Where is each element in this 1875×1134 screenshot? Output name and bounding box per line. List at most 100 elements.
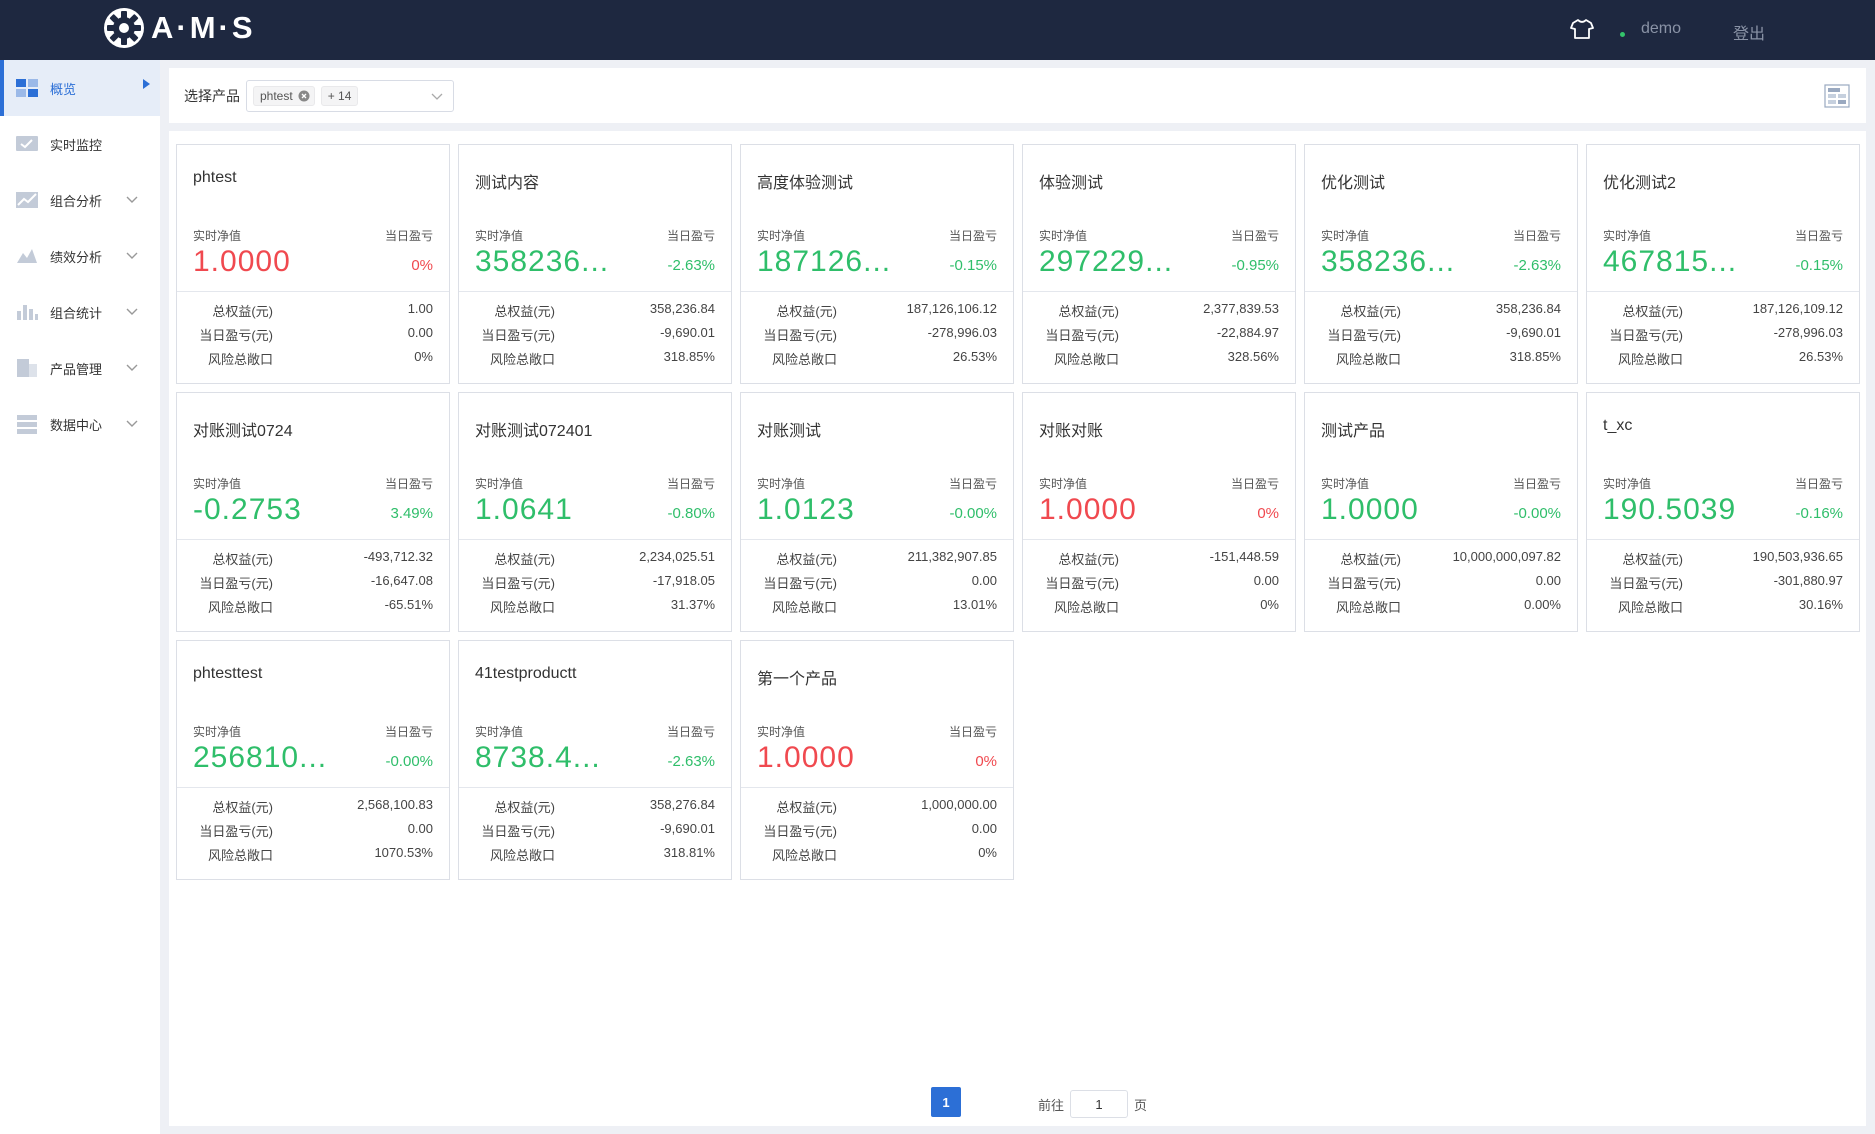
divider [741, 787, 1013, 788]
exposure-row: 风险总敞口 318.85% [1305, 349, 1561, 367]
equity-row: 总权益(元) -493,712.32 [177, 549, 433, 567]
divider [177, 539, 449, 540]
daily-pnl-label: 当日盈亏(元) [1327, 576, 1401, 591]
product-card[interactable]: 体验测试 实时净值 当日盈亏 297229... -0.95% 总权益(元) 2,377,8… [1022, 144, 1296, 384]
sidebar-item-performance-analysis[interactable]: 绩效分析 [0, 228, 160, 284]
product-card[interactable]: 测试产品 实时净值 当日盈亏 1.0000 -0.00% 总权益(元) 10,000,000… [1304, 392, 1578, 632]
product-card[interactable]: 高度体验测试 实时净值 当日盈亏 187126... -0.15% 总权益(元) 187,1… [740, 144, 1014, 384]
product-filter-bar: 选择产品 phtest + 14 [169, 68, 1866, 123]
pnl-label: 当日盈亏 [948, 477, 997, 491]
product-card[interactable]: phtesttest 实时净值 当日盈亏 256810... -0.00% 总权益(元) 2… [176, 640, 450, 880]
equity-row: 总权益(元) 187,126,109.12 [1587, 301, 1843, 319]
product-card[interactable]: 对账测试072401 实时净值 当日盈亏 1.0641 -0.80% 总权益(元) 2,23… [458, 392, 732, 632]
exposure-row: 风险总敞口 13.01% [741, 597, 997, 615]
sidebar-item-data-center[interactable]: 数据中心 [0, 396, 160, 452]
performance-icon [17, 249, 37, 263]
product-card[interactable]: 优化测试 实时净值 当日盈亏 358236... -2.63% 总权益(元) 358,236… [1304, 144, 1578, 384]
equity-value: 358,236.84 [649, 301, 715, 316]
page-button-current[interactable]: 1 [931, 1087, 961, 1117]
equity-row: 总权益(元) 190,503,936.65 [1587, 549, 1843, 567]
nav-label: 实时净值 [475, 477, 524, 491]
pnl-value: -0.00% [385, 753, 433, 770]
nav-label: 实时净值 [193, 725, 242, 739]
pnl-label: 当日盈亏 [384, 477, 433, 491]
equity-value: 211,382,907.85 [907, 549, 997, 564]
product-card[interactable]: 对账测试 实时净值 当日盈亏 1.0123 -0.00% 总权益(元) 211,382,90… [740, 392, 1014, 632]
user-info[interactable]: demo [1620, 20, 1681, 38]
sidebar-item-overview[interactable]: 概览 [0, 60, 160, 116]
pnl-value: 0% [411, 257, 433, 274]
product-card[interactable]: 第一个产品 实时净值 当日盈亏 1.0000 0% 总权益(元) 1,000,000.00 当… [740, 640, 1014, 880]
daily-pnl-label: 当日盈亏(元) [199, 328, 273, 343]
daily-pnl-row: 当日盈亏(元) -16,647.08 [177, 573, 433, 591]
logout-link[interactable]: 登出 [1733, 20, 1765, 44]
exposure-label: 风险总敞口 [207, 848, 273, 863]
divider [741, 539, 1013, 540]
daily-pnl-label: 当日盈亏(元) [1609, 576, 1683, 591]
divider [741, 291, 1013, 292]
product-card[interactable]: 测试内容 实时净值 当日盈亏 358236... -2.63% 总权益(元) 358,236… [458, 144, 732, 384]
product-card[interactable]: 对账对账 实时净值 当日盈亏 1.0000 0% 总权益(元) -151,448.59 当日盈… [1022, 392, 1296, 632]
nav-value: 297229... [1039, 245, 1174, 278]
theme-shirt-icon[interactable] [1570, 18, 1594, 40]
sidebar-item-label: 组合统计 [50, 305, 103, 321]
chevron-down-icon [431, 93, 443, 100]
product-card[interactable]: phtest 实时净值 当日盈亏 1.0000 0% 总权益(元) 1.00 当日盈亏(元) 0… [176, 144, 450, 384]
exposure-value: 30.16% [1798, 597, 1843, 612]
equity-row: 总权益(元) -151,448.59 [1023, 549, 1279, 567]
app-logo[interactable]: A·M·S [103, 6, 256, 50]
database-icon [17, 415, 37, 434]
equity-value: 190,503,936.65 [1752, 549, 1843, 564]
sidebar-item-portfolio-stats[interactable]: 组合统计 [0, 284, 160, 340]
sidebar-item-product-management[interactable]: 产品管理 [0, 340, 160, 396]
daily-pnl-label: 当日盈亏(元) [763, 328, 837, 343]
product-card-grid: phtest 实时净值 当日盈亏 1.0000 0% 总权益(元) 1.00 当日盈亏(元) 0… [169, 131, 1866, 1126]
equity-row: 总权益(元) 1,000,000.00 [741, 797, 997, 815]
divider [1305, 539, 1577, 540]
exposure-row: 风险总敞口 1070.53% [177, 845, 433, 863]
daily-pnl-value: -301,880.97 [1773, 573, 1843, 588]
pnl-label: 当日盈亏 [384, 725, 433, 739]
tag-label: phtest [260, 88, 293, 103]
sidebar-item-label: 组合分析 [50, 193, 103, 209]
daily-pnl-row: 当日盈亏(元) 0.00 [177, 325, 433, 343]
pnl-value: -0.15% [949, 257, 997, 274]
exposure-value: 1070.53% [374, 845, 433, 860]
daily-pnl-label: 当日盈亏(元) [481, 824, 555, 839]
exposure-value: 13.01% [952, 597, 997, 612]
product-card[interactable]: 41testproductt 实时净值 当日盈亏 8738.4... -2.63% 总权益… [458, 640, 732, 880]
product-select[interactable]: phtest + 14 [246, 79, 454, 112]
page-number-input[interactable] [1070, 1090, 1129, 1118]
close-icon[interactable] [298, 90, 310, 102]
daily-pnl-value: -278,996.03 [1773, 325, 1843, 340]
sidebar-item-realtime-monitor[interactable]: 实时监控 [0, 116, 160, 172]
daily-pnl-value: 0.00 [407, 821, 433, 836]
equity-row: 总权益(元) 358,276.84 [459, 797, 715, 815]
exposure-label: 风险总敞口 [489, 352, 555, 367]
daily-pnl-row: 当日盈亏(元) -9,690.01 [459, 821, 715, 839]
divider [459, 291, 731, 292]
product-card[interactable]: 优化测试2 实时净值 当日盈亏 467815... -0.15% 总权益(元) 187,12… [1586, 144, 1860, 384]
equity-label: 总权益(元) [776, 552, 837, 567]
product-card[interactable]: 对账测试0724 实时净值 当日盈亏 -0.2753 3.49% 总权益(元) -493,7… [176, 392, 450, 632]
bar-chart-icon [17, 305, 38, 320]
daily-pnl-row: 当日盈亏(元) -22,884.97 [1023, 325, 1279, 343]
product-select-label: 选择产品 [184, 87, 240, 104]
pnl-label: 当日盈亏 [948, 725, 997, 739]
daily-pnl-row: 当日盈亏(元) -9,690.01 [1305, 325, 1561, 343]
top-navbar: A·M·S demo 登出 [0, 0, 1875, 60]
pnl-value: -0.00% [1513, 505, 1561, 522]
layout-toggle-icon[interactable] [1824, 84, 1850, 108]
pnl-label: 当日盈亏 [1512, 229, 1561, 243]
exposure-label: 风险总敞口 [1053, 600, 1119, 615]
username: demo [1641, 20, 1682, 37]
pnl-label: 当日盈亏 [1230, 229, 1279, 243]
monitor-icon [16, 136, 38, 151]
sidebar-item-portfolio-analysis[interactable]: 组合分析 [0, 172, 160, 228]
divider [459, 787, 731, 788]
nav-value: 1.0000 [1321, 493, 1419, 526]
nav-label: 实时净值 [757, 477, 806, 491]
exposure-row: 风险总敞口 0.00% [1305, 597, 1561, 615]
pnl-label: 当日盈亏 [1794, 477, 1843, 491]
product-card[interactable]: t_xc 实时净值 当日盈亏 190.5039 -0.16% 总权益(元) 190,503,… [1586, 392, 1860, 632]
